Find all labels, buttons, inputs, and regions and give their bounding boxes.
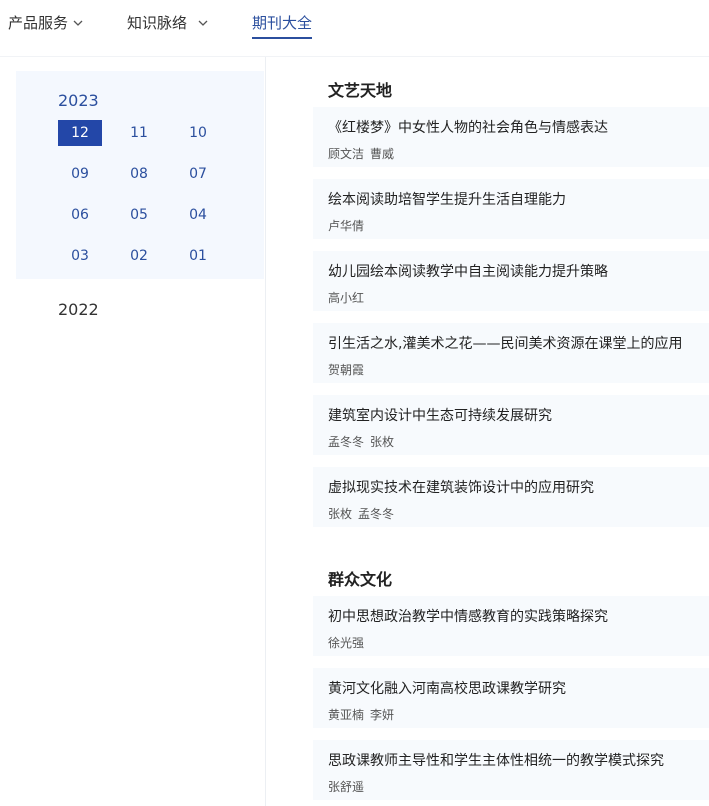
section-title: 群众文化 (328, 570, 393, 589)
article-title[interactable]: 《红楼梦》中女性人物的社会角色与情感表达 (328, 117, 709, 137)
author-name[interactable]: 卢华倩 (328, 219, 364, 233)
month-item[interactable]: 04 (176, 202, 220, 228)
nav-item-label: 知识脉络 (127, 14, 188, 32)
article-authors: 卢华倩 (328, 217, 709, 234)
month-item[interactable]: 07 (176, 161, 220, 187)
year-2022[interactable]: 2022 (58, 300, 99, 319)
article-title[interactable]: 思政课教师主导性和学生主体性相统一的教学模式探究 (328, 750, 709, 770)
article-item[interactable]: 黄河文化融入河南高校思政课教学研究 黄亚楠 李妍 (313, 668, 709, 728)
month-item[interactable]: 08 (117, 161, 161, 187)
month-item[interactable]: 03 (58, 243, 102, 269)
article-authors: 孟冬冬 张枚 (328, 433, 709, 450)
author-name[interactable]: 高小红 (328, 291, 364, 305)
article-authors: 贺朝霞 (328, 361, 709, 378)
author-name[interactable]: 张枚 (328, 507, 352, 521)
article-title[interactable]: 初中思想政治教学中情感教育的实践策略探究 (328, 606, 709, 626)
month-item[interactable]: 01 (176, 243, 220, 269)
month-item[interactable]: 05 (117, 202, 161, 228)
active-tab-underline (252, 37, 312, 39)
author-name[interactable]: 孟冬冬 (328, 435, 364, 449)
article-item[interactable]: 绘本阅读助培智学生提升生活自理能力 卢华倩 (313, 179, 709, 239)
article-item[interactable]: 思政课教师主导性和学生主体性相统一的教学模式探究 张舒遥 (313, 740, 709, 800)
year-2023[interactable]: 2023 (58, 91, 99, 110)
article-item[interactable]: 《红楼梦》中女性人物的社会角色与情感表达 顾文洁 曹威 (313, 107, 709, 167)
author-name[interactable]: 孟冬冬 (358, 507, 394, 521)
article-item[interactable]: 建筑室内设计中生态可持续发展研究 孟冬冬 张枚 (313, 395, 709, 455)
author-name[interactable]: 张舒遥 (328, 780, 364, 794)
article-title[interactable]: 引生活之水,灌美术之花——民间美术资源在课堂上的应用 (328, 333, 709, 353)
nav-item-label: 产品服务 (8, 14, 69, 32)
article-authors: 张枚 孟冬冬 (328, 505, 709, 522)
month-item[interactable]: 09 (58, 161, 102, 187)
article-authors: 高小红 (328, 289, 709, 306)
chevron-down-icon (198, 20, 208, 26)
article-authors: 徐光强 (328, 634, 709, 651)
article-authors: 张舒遥 (328, 778, 709, 795)
nav-item-label: 期刊大全 (252, 14, 313, 32)
article-list: 文艺天地 《红楼梦》中女性人物的社会角色与情感表达 顾文洁 曹威 绘本阅读助培智学… (313, 57, 709, 806)
top-nav: 产品服务 知识脉络 期刊大全 (0, 0, 709, 56)
author-name[interactable]: 李妍 (370, 708, 394, 722)
author-name[interactable]: 顾文洁 (328, 147, 364, 161)
author-name[interactable]: 张枚 (370, 435, 394, 449)
author-name[interactable]: 贺朝霞 (328, 363, 364, 377)
author-name[interactable]: 黄亚楠 (328, 708, 364, 722)
article-title[interactable]: 建筑室内设计中生态可持续发展研究 (328, 405, 709, 425)
article-item[interactable]: 初中思想政治教学中情感教育的实践策略探究 徐光强 (313, 596, 709, 656)
author-name[interactable]: 徐光强 (328, 636, 364, 650)
author-name[interactable]: 曹威 (370, 147, 394, 161)
article-item[interactable]: 虚拟现实技术在建筑装饰设计中的应用研究 张枚 孟冬冬 (313, 467, 709, 527)
nav-item-products[interactable]: 产品服务 (8, 12, 84, 33)
month-item[interactable]: 10 (176, 120, 220, 146)
month-item[interactable]: 11 (117, 120, 161, 146)
month-item[interactable]: 02 (117, 243, 161, 269)
nav-item-knowledge[interactable]: 知识脉络 (127, 12, 209, 33)
article-title[interactable]: 黄河文化融入河南高校思政课教学研究 (328, 678, 709, 698)
month-item[interactable]: 06 (58, 202, 102, 228)
article-authors: 黄亚楠 李妍 (328, 706, 709, 723)
section-title: 文艺天地 (328, 81, 393, 100)
month-grid: 12 11 10 09 08 07 06 05 04 03 02 01 (58, 120, 220, 269)
nav-item-journals[interactable]: 期刊大全 (252, 12, 312, 33)
month-item[interactable]: 12 (58, 120, 102, 146)
article-title[interactable]: 幼儿园绘本阅读教学中自主阅读能力提升策略 (328, 261, 709, 281)
article-title[interactable]: 虚拟现实技术在建筑装饰设计中的应用研究 (328, 477, 709, 497)
chevron-down-icon (73, 20, 83, 26)
issue-sidebar: 2023 12 11 10 09 08 07 06 05 04 03 02 01… (12, 57, 266, 806)
article-item[interactable]: 幼儿园绘本阅读教学中自主阅读能力提升策略 高小红 (313, 251, 709, 311)
article-authors: 顾文洁 曹威 (328, 145, 709, 162)
article-title[interactable]: 绘本阅读助培智学生提升生活自理能力 (328, 189, 709, 209)
article-item[interactable]: 引生活之水,灌美术之花——民间美术资源在课堂上的应用 贺朝霞 (313, 323, 709, 383)
